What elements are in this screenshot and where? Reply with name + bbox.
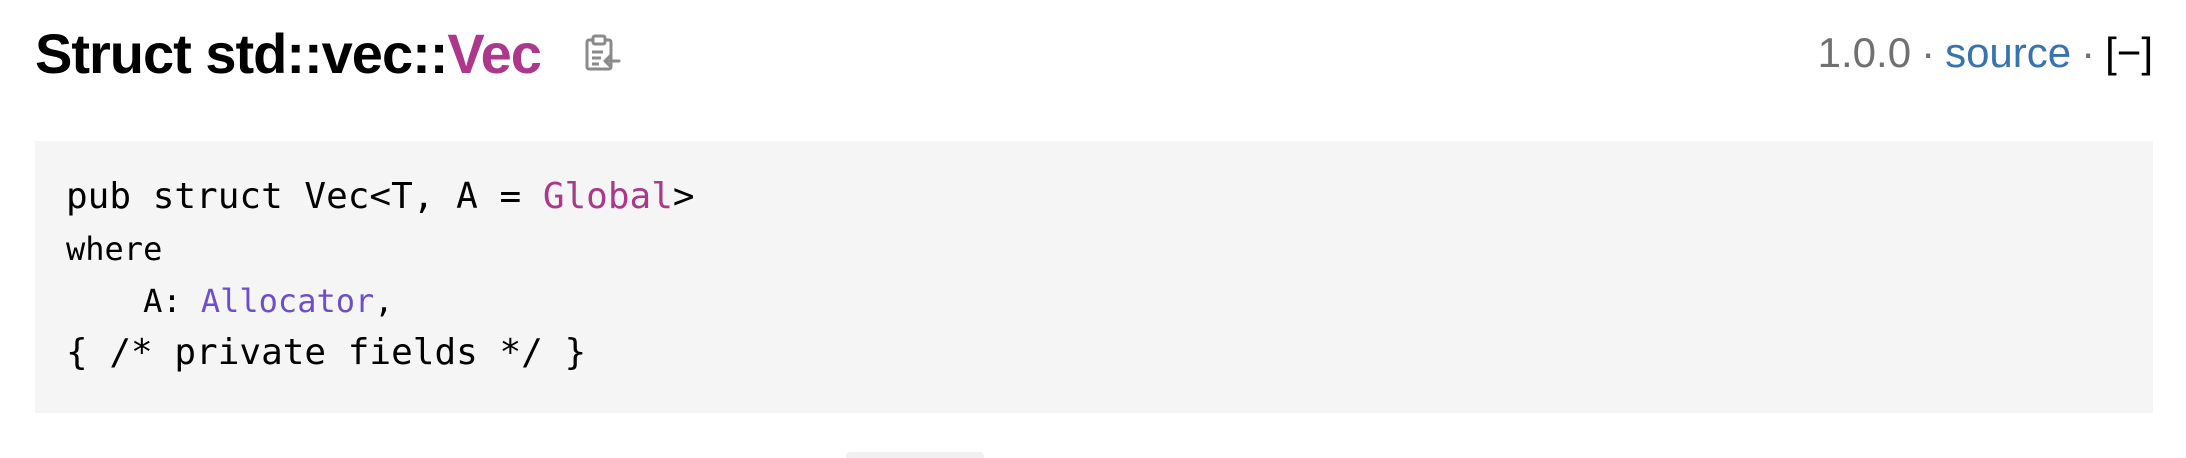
- code-line-4: { /* private fields */ }: [66, 332, 587, 373]
- page-title: Struct std::vec:: Vec: [35, 18, 623, 88]
- partial-tab: [846, 452, 984, 458]
- code-text: >: [672, 176, 695, 217]
- out-of-band-info: 1.0.0 · source · [−]: [1818, 18, 2153, 88]
- copy-path-icon[interactable]: [579, 31, 623, 75]
- code-text: ,: [374, 282, 394, 320]
- since-version: 1.0.0: [1817, 29, 1912, 76]
- code-text: pub struct Vec<T, A =: [66, 176, 543, 217]
- code-text: A:: [66, 282, 201, 320]
- global-type-link[interactable]: Global: [543, 176, 673, 217]
- source-link[interactable]: source: [1945, 29, 2071, 77]
- title-prefix: Struct std::vec::: [35, 21, 448, 85]
- code-block: pub struct Vec<T, A = Global> where A: Al…: [66, 171, 695, 379]
- allocator-trait-link[interactable]: Allocator: [201, 282, 374, 320]
- main-heading: Struct std::vec:: Vec 1.0.0 · source · [−…: [35, 0, 2153, 102]
- code-line-2: where: [66, 230, 163, 268]
- struct-name-link[interactable]: Vec: [447, 21, 542, 86]
- code-line-1: pub struct Vec<T, A = Global>: [66, 171, 695, 223]
- separator: ·: [1921, 29, 1936, 76]
- separator: ·: [2081, 29, 2096, 76]
- collapse-toggle[interactable]: [−]: [2105, 29, 2153, 77]
- struct-declaration: pub struct Vec<T, A = Global> where A: Al…: [35, 141, 2153, 413]
- code-line-3: A: Allocator,: [66, 275, 695, 327]
